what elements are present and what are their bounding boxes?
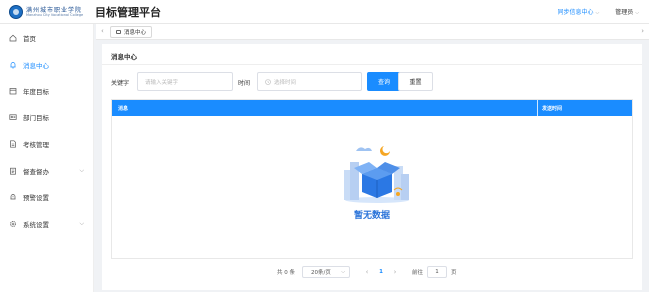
main-content: 消息中心 关键字 请输入关键字 时间 选择时间 查询 重置 消息 发送时间 暂无… — [102, 44, 642, 290]
next-page-button[interactable]: › — [388, 268, 402, 276]
sidebar-item-label: 消息中心 — [23, 62, 49, 70]
page-number-current[interactable]: 1 — [374, 269, 388, 275]
tab-label: 消息中心 — [124, 30, 147, 36]
sidebar-item-system-settings[interactable]: 系统设置 ⌵ — [0, 215, 94, 233]
sidebar-item-assessment[interactable]: 考核管理 — [0, 135, 94, 153]
sidebar-item-label: 部门目标 — [23, 114, 49, 122]
sidebar: 首页 消息中心 年度目标 部门目标 考核管理 督查督办 ⌵ 预警设置 系统设置 … — [0, 24, 94, 292]
notify-center-dropdown[interactable]: 同步信息中心 ⌵ — [557, 9, 599, 16]
time-picker[interactable]: 选择时间 — [257, 72, 362, 91]
empty-box-illustration — [344, 146, 409, 203]
chevron-down-icon: ⌵ — [341, 269, 345, 275]
sidebar-item-label: 年度目标 — [23, 88, 49, 96]
goto-page-value: 1 — [435, 269, 439, 275]
bell-icon — [9, 61, 17, 69]
page-title: 消息中心 — [111, 53, 137, 61]
pagination-total: 共 0 条 — [277, 270, 295, 276]
sidebar-item-alert-settings[interactable]: 预警设置 — [0, 188, 94, 206]
clipboard-icon — [9, 167, 17, 175]
column-header-send-time: 发送时间 — [542, 106, 563, 112]
document-icon — [9, 140, 17, 148]
column-divider — [537, 100, 538, 116]
chevron-left-icon[interactable]: ‹ — [101, 27, 104, 35]
chevron-down-icon: ⌵ — [79, 220, 84, 227]
message-table: 消息 发送时间 暂无数据 — [111, 99, 633, 259]
sidebar-item-home[interactable]: 首页 — [0, 29, 94, 47]
sidebar-item-label: 系统设置 — [23, 221, 49, 229]
time-label: 时间 — [238, 80, 251, 87]
user-name-label: 管理员 — [615, 9, 634, 16]
home-icon — [116, 30, 121, 34]
calendar-icon — [9, 87, 17, 95]
pagination: 共 0 条 20条/页 ⌵ ‹ 1 › 前往 1 页 — [277, 265, 457, 279]
school-english-name: Manzhou City Vocational College — [26, 13, 84, 17]
goto-page-input[interactable]: 1 — [427, 266, 448, 278]
tab-messages[interactable]: 消息中心 — [110, 26, 153, 38]
empty-state-text: 暂无数据 — [353, 211, 390, 221]
chevron-down-icon: ⌵ — [635, 10, 639, 16]
notify-center-label: 同步信息中心 — [557, 9, 594, 16]
chevron-right-icon[interactable]: › — [641, 27, 644, 35]
column-header-message: 消息 — [118, 106, 129, 112]
header-actions: 同步信息中心 ⌵ 管理员 ⌵ — [557, 7, 639, 16]
page-size-value: 20条/页 — [311, 270, 331, 276]
sidebar-item-supervision[interactable]: 督查督办 ⌵ — [0, 162, 94, 180]
title-divider — [102, 64, 642, 65]
sidebar-item-dept-goals[interactable]: 部门目标 — [0, 108, 94, 126]
chevron-down-icon: ⌵ — [595, 10, 600, 16]
sidebar-item-label: 预警设置 — [23, 194, 49, 202]
home-icon — [9, 34, 17, 42]
app-title: 目标管理平台 — [95, 6, 161, 19]
sidebar-item-label: 首页 — [23, 35, 36, 43]
goto-label: 前往 — [412, 270, 424, 276]
sidebar-item-label: 考核管理 — [23, 141, 49, 149]
keyword-label: 关键字 — [111, 80, 130, 87]
page-size-select[interactable]: 20条/页 ⌵ — [302, 266, 350, 278]
sidebar-item-annual-goals[interactable]: 年度目标 — [0, 82, 94, 100]
keyword-placeholder: 请输入关键字 — [145, 79, 179, 86]
time-placeholder: 选择时间 — [274, 79, 297, 86]
keyword-input[interactable]: 请输入关键字 — [137, 72, 233, 91]
tabs-bar: ‹ 消息中心 › — [96, 24, 649, 40]
prev-page-button[interactable]: ‹ — [360, 268, 374, 276]
sidebar-item-label: 督查督办 — [23, 168, 49, 176]
id-card-icon — [9, 113, 17, 121]
app-header: 满州城市职业学院 Manzhou City Vocational College… — [0, 0, 649, 24]
sidebar-item-messages[interactable]: 消息中心 — [0, 56, 94, 74]
search-button[interactable]: 查询 — [367, 72, 401, 91]
school-logo-icon — [9, 5, 23, 19]
reset-button[interactable]: 重置 — [398, 72, 433, 91]
table-header: 消息 发送时间 — [112, 100, 632, 116]
chevron-down-icon: ⌵ — [79, 167, 84, 174]
clock-icon — [265, 78, 271, 85]
page-suffix: 页 — [451, 270, 457, 276]
gear-icon — [9, 220, 17, 228]
user-menu-dropdown[interactable]: 管理员 ⌵ — [615, 9, 639, 16]
warning-bell-icon — [9, 193, 17, 201]
